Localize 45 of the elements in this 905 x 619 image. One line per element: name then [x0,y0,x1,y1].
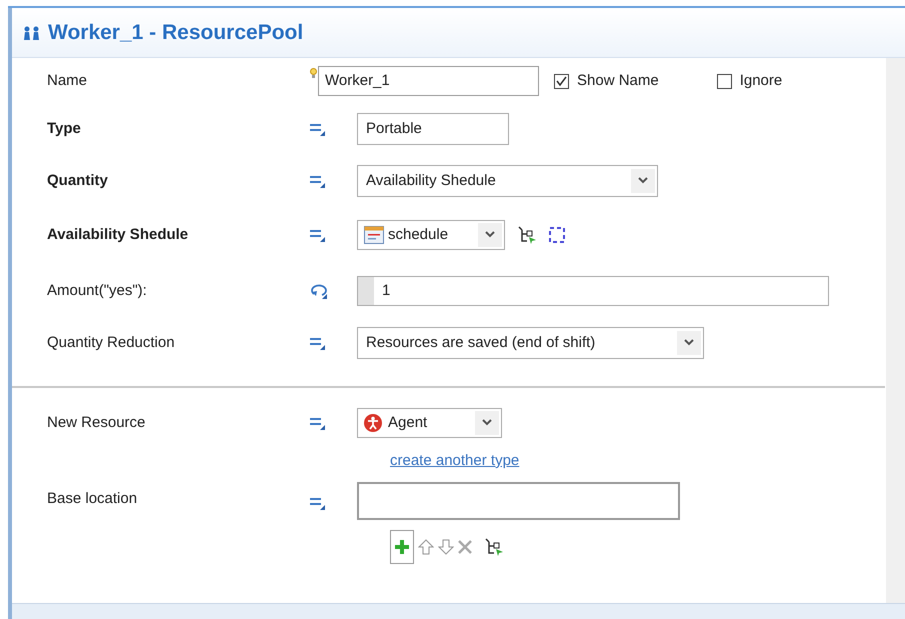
field-label: Quantity Reduction [47,332,176,353]
scrollbar[interactable] [886,58,905,603]
person-icon [364,414,382,432]
create-type-link[interactable]: create another type [390,450,520,472]
field-label: Amount("yes"): [47,280,148,301]
calendar-icon [364,226,384,244]
people-icon [22,26,42,40]
dashed-square-icon[interactable] [549,227,565,243]
checkbox-label[interactable]: Ignore [740,70,782,92]
add-button[interactable] [390,530,414,564]
down-arrow-icon[interactable] [438,539,454,555]
name-field[interactable]: Worker_1 [318,66,539,96]
caret-icon [637,177,649,185]
caret-icon [481,419,493,427]
static-value-icon[interactable] [310,496,326,510]
amount-field[interactable]: 1 [357,276,829,306]
static-value-icon[interactable] [310,336,326,350]
tree-select-icon[interactable] [484,538,504,556]
checkbox[interactable] [716,74,732,88]
dropdown[interactable]: Agent [357,408,502,438]
field-label: Base location [47,489,138,509]
caret-icon [683,339,695,347]
field-label: Name [47,70,88,91]
base-location-field[interactable] [357,482,680,520]
static-value-icon[interactable] [310,416,326,430]
tree-select-icon[interactable] [517,226,537,244]
lightbulb-icon [310,68,317,79]
caret-icon [484,231,496,239]
field-label: Quantity [47,170,109,191]
dropdown[interactable]: Resources are saved (end of shift) [357,327,704,359]
type-field[interactable]: Portable [357,113,509,145]
field-label: Availability Shedule [47,224,190,245]
dropdown[interactable]: Availability Shedule [357,165,658,197]
up-arrow-icon[interactable] [418,539,434,555]
dropdown[interactable]: schedule [357,220,505,250]
static-value-icon[interactable] [310,228,326,242]
static-value-icon[interactable] [310,122,326,136]
window-title: Worker_1 - ResourcePool [48,20,304,46]
checkbox[interactable] [554,74,569,88]
static-value-icon[interactable] [310,174,326,188]
field-label: Type [47,118,82,139]
plus-icon [395,540,409,554]
field-label: New Resource [47,412,146,433]
checkbox-label[interactable]: Show Name [577,70,659,92]
dynamic-value-icon[interactable] [310,283,328,299]
